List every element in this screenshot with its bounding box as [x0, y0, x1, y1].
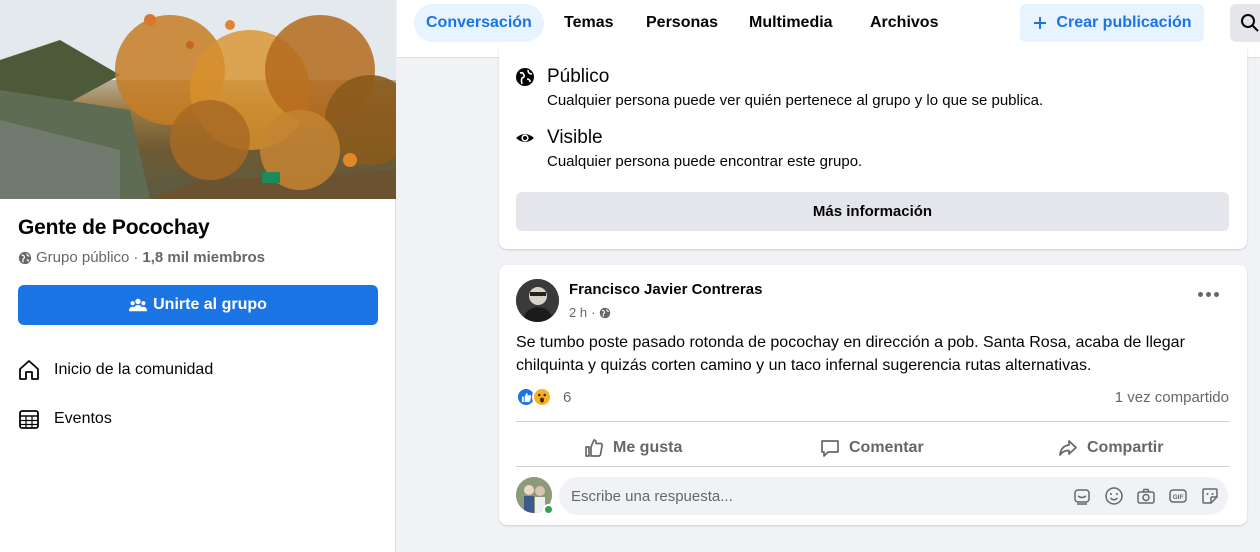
privacy-visible-row: Visible Cualquier persona puede encontra… [515, 127, 862, 170]
post-author-name[interactable]: Francisco Javier Contreras [569, 281, 762, 298]
wow-face-glyph [538, 393, 546, 403]
wow-reaction-icon [532, 387, 552, 407]
privacy-description: Cualquier persona puede ver quién perten… [547, 92, 1044, 109]
online-status-dot [543, 504, 554, 515]
dot-icon [1197, 291, 1203, 297]
dot-icon [1205, 291, 1211, 297]
tab-people[interactable]: Personas [634, 4, 730, 42]
post-options-button[interactable] [1194, 287, 1222, 301]
create-post-label: Crear publicación [1056, 14, 1192, 31]
avatar-sticker-icon[interactable] [1072, 486, 1092, 506]
post-divider [516, 421, 1229, 422]
globe-icon [18, 251, 32, 264]
plus-icon [1034, 17, 1047, 29]
share-label: Compartir [1087, 439, 1164, 456]
group-about-card: Público Cualquier persona puede ver quié… [499, 46, 1247, 249]
reply-toolbar: GIF [1072, 486, 1220, 506]
sidebar-item-events[interactable]: Eventos [16, 406, 112, 432]
cover-autumn-image [0, 0, 396, 199]
post-time-label[interactable]: 2 h [569, 305, 587, 320]
privacy-description: Cualquier persona puede encontrar este g… [547, 153, 863, 170]
comment-button[interactable]: Comentar [819, 430, 924, 466]
group-title[interactable]: Gente de Pocochay [18, 216, 210, 240]
post-body-text: Se tumbo poste pasado rotonda de pococha… [516, 334, 1185, 374]
meta-separator: · [133, 249, 139, 266]
home-icon [19, 360, 39, 380]
sticker-icon[interactable] [1200, 486, 1220, 506]
more-info-button[interactable]: Más información [516, 192, 1229, 231]
thumbs-up-glyph [521, 392, 531, 402]
share-button[interactable]: Compartir [1057, 430, 1163, 466]
dot-icon [1213, 291, 1219, 297]
reply-input[interactable]: Escribe una respuesta... GIF [559, 477, 1228, 515]
reaction-count[interactable]: 6 [563, 389, 571, 406]
post-timestamp: 2 h · [569, 305, 611, 320]
comment-icon [821, 440, 839, 457]
sidebar-item-label: Eventos [54, 410, 112, 427]
comment-label: Comentar [849, 439, 924, 456]
post-divider [516, 466, 1229, 467]
group-members-count[interactable]: 1,8 mil miembros [142, 249, 265, 266]
create-post-button[interactable]: Crear publicación [1020, 4, 1204, 42]
group-meta: Grupo público · 1,8 mil miembros [18, 249, 265, 266]
privacy-public-row: Público Cualquier persona puede ver quié… [515, 66, 1043, 109]
join-group-button[interactable]: Unirte al grupo [18, 285, 378, 325]
like-button[interactable]: Me gusta [583, 430, 682, 466]
emoji-icon[interactable] [1104, 486, 1124, 506]
privacy-title: Público [547, 66, 610, 87]
author-avatar[interactable] [516, 279, 559, 322]
tab-conversation[interactable]: Conversación [414, 4, 544, 42]
search-button[interactable] [1230, 4, 1260, 42]
people-icon [129, 298, 148, 312]
globe-icon [600, 307, 611, 318]
group-type-label: Grupo público [36, 249, 130, 266]
reply-placeholder: Escribe una respuesta... [571, 487, 733, 505]
eye-icon [516, 134, 534, 142]
like-icon [585, 439, 603, 457]
group-cover-photo[interactable] [0, 0, 396, 199]
search-icon [1241, 14, 1259, 32]
time-separator: · [591, 305, 596, 320]
privacy-title: Visible [547, 127, 603, 148]
gif-icon[interactable]: GIF [1168, 486, 1188, 506]
group-sidebar: Gente de Pocochay Grupo público · 1,8 mi… [0, 0, 396, 552]
calendar-icon [19, 410, 39, 429]
svg-text:GIF: GIF [1173, 494, 1184, 501]
tab-topics[interactable]: Temas [552, 4, 626, 42]
current-user-avatar[interactable] [516, 477, 554, 515]
share-icon [1059, 440, 1077, 456]
join-group-label: Unirte al grupo [153, 296, 267, 313]
globe-icon [516, 68, 534, 86]
sidebar-item-community-home[interactable]: Inicio de la comunidad [16, 357, 213, 383]
post-card: Francisco Javier Contreras 2 h · Se tumb… [499, 265, 1247, 525]
share-count[interactable]: 1 vez compartido [1115, 389, 1229, 406]
tab-files[interactable]: Archivos [858, 4, 950, 42]
like-label: Me gusta [613, 439, 683, 456]
sidebar-item-label: Inicio de la comunidad [54, 361, 214, 378]
tab-media[interactable]: Multimedia [737, 4, 845, 42]
post-reactions[interactable]: 6 [516, 387, 571, 407]
camera-icon[interactable] [1136, 486, 1156, 506]
author-photo [516, 279, 559, 322]
